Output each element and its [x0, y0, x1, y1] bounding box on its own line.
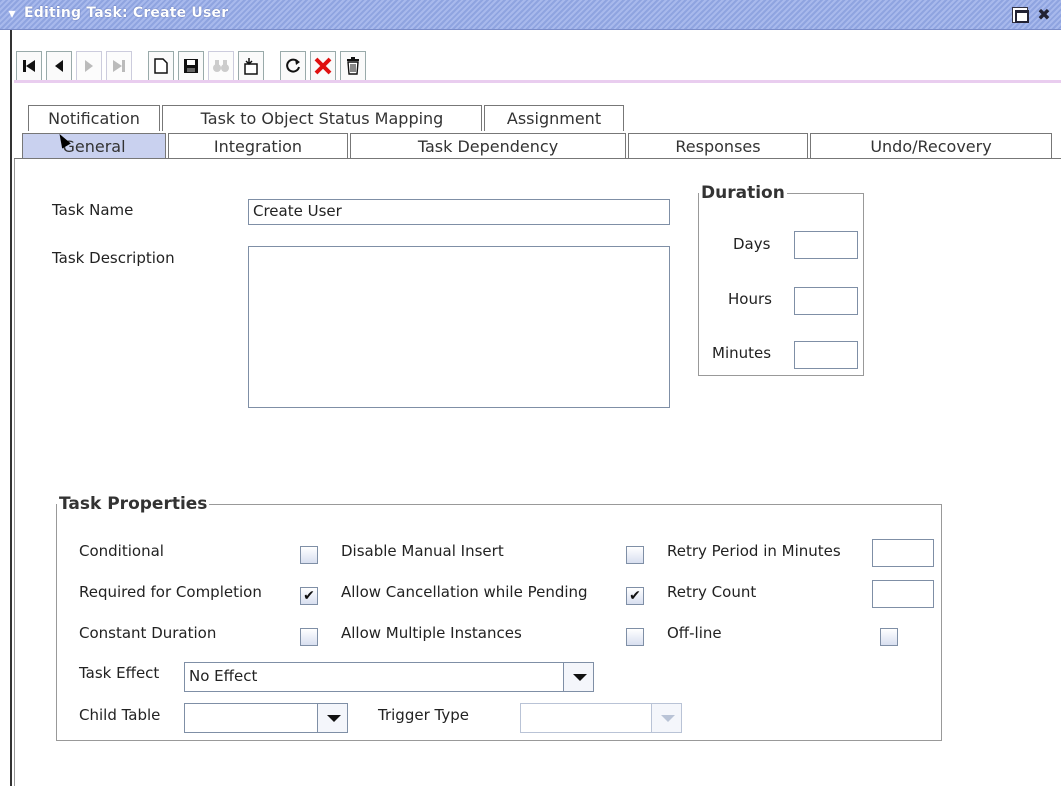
hours-input[interactable]	[794, 287, 858, 315]
previous-record-icon	[55, 60, 63, 72]
task-name-input[interactable]: Create User	[248, 199, 670, 225]
task-description-textarea[interactable]	[248, 246, 670, 408]
trash-button[interactable]	[340, 51, 366, 81]
minutes-label: Minutes	[712, 344, 772, 362]
binoculars-icon	[213, 60, 229, 72]
close-icon[interactable]: ✖	[1036, 7, 1052, 23]
days-input[interactable]	[794, 231, 858, 259]
child-table-label: Child Table	[79, 706, 161, 724]
conditional-label: Conditional	[79, 542, 164, 560]
allow-multiple-instances-checkbox[interactable]	[626, 628, 644, 646]
allow-multiple-instances-label: Allow Multiple Instances	[341, 624, 522, 642]
task-properties-legend: Task Properties	[59, 494, 208, 514]
chevron-down-icon[interactable]	[563, 663, 593, 691]
allow-cancellation-label: Allow Cancellation while Pending	[341, 583, 588, 601]
tab-undo-recovery[interactable]: Undo/Recovery	[810, 133, 1052, 159]
duration-legend: Duration	[701, 183, 785, 203]
retry-count-label: Retry Count	[667, 583, 757, 601]
window-frame	[10, 30, 12, 786]
delete-x-icon	[314, 57, 332, 75]
refresh-button[interactable]	[280, 51, 306, 81]
tab-responses[interactable]: Responses	[628, 133, 808, 159]
next-record-icon	[85, 60, 93, 72]
first-record-button[interactable]	[16, 51, 42, 81]
allow-cancellation-checkbox[interactable]: ✔	[626, 587, 644, 605]
delete-button[interactable]	[310, 51, 336, 81]
new-document-icon	[154, 58, 168, 74]
tab-task-to-object-status-mapping[interactable]: Task to Object Status Mapping	[162, 105, 482, 131]
retry-period-input[interactable]	[872, 539, 934, 567]
chevron-down-icon[interactable]	[651, 704, 681, 732]
new-button[interactable]	[148, 51, 174, 81]
first-record-icon	[23, 60, 35, 72]
required-for-completion-checkbox[interactable]: ✔	[300, 587, 318, 605]
maximize-icon[interactable]	[1012, 7, 1029, 23]
chevron-down-icon[interactable]	[317, 704, 347, 732]
chevron-down-icon[interactable]: ▾	[4, 6, 20, 22]
conditional-checkbox[interactable]	[300, 546, 318, 564]
find-button[interactable]	[208, 51, 234, 81]
trash-icon	[347, 57, 359, 75]
last-record-icon	[113, 60, 125, 72]
trigger-type-select[interactable]	[520, 703, 682, 733]
task-description-label: Task Description	[52, 249, 175, 267]
off-line-checkbox[interactable]	[880, 628, 898, 646]
hours-label: Hours	[728, 290, 772, 308]
retry-count-input[interactable]	[872, 580, 934, 608]
import-button[interactable]	[238, 51, 264, 81]
last-record-button[interactable]	[106, 51, 132, 81]
task-effect-value: No Effect	[189, 667, 258, 685]
disable-manual-insert-checkbox[interactable]	[626, 546, 644, 564]
save-icon	[184, 59, 198, 73]
constant-duration-label: Constant Duration	[79, 624, 217, 642]
days-label: Days	[733, 235, 771, 253]
window-title: Editing Task: Create User	[24, 5, 229, 21]
retry-period-label: Retry Period in Minutes	[667, 542, 841, 560]
tab-assignment[interactable]: Assignment	[484, 105, 624, 131]
tab-integration[interactable]: Integration	[168, 133, 348, 159]
task-effect-label: Task Effect	[79, 664, 160, 682]
disable-manual-insert-label: Disable Manual Insert	[341, 542, 504, 560]
minutes-input[interactable]	[794, 341, 858, 369]
required-for-completion-label: Required for Completion	[79, 583, 262, 601]
toolbar-separator	[14, 80, 1061, 83]
refresh-icon	[286, 58, 300, 73]
task-name-label: Task Name	[52, 201, 134, 219]
tab-general[interactable]: General	[22, 133, 166, 159]
save-button[interactable]	[178, 51, 204, 81]
next-record-button[interactable]	[76, 51, 102, 81]
child-table-select[interactable]	[184, 703, 348, 733]
off-line-label: Off-line	[667, 624, 722, 642]
previous-record-button[interactable]	[46, 51, 72, 81]
tab-task-dependency[interactable]: Task Dependency	[350, 133, 626, 159]
tab-notification[interactable]: Notification	[28, 105, 160, 131]
constant-duration-checkbox[interactable]	[300, 628, 318, 646]
trigger-type-label: Trigger Type	[378, 706, 469, 724]
import-icon	[244, 58, 258, 75]
task-effect-select[interactable]: No Effect	[184, 662, 594, 692]
window-titlebar: ▾ Editing Task: Create User ✖	[0, 0, 1061, 30]
